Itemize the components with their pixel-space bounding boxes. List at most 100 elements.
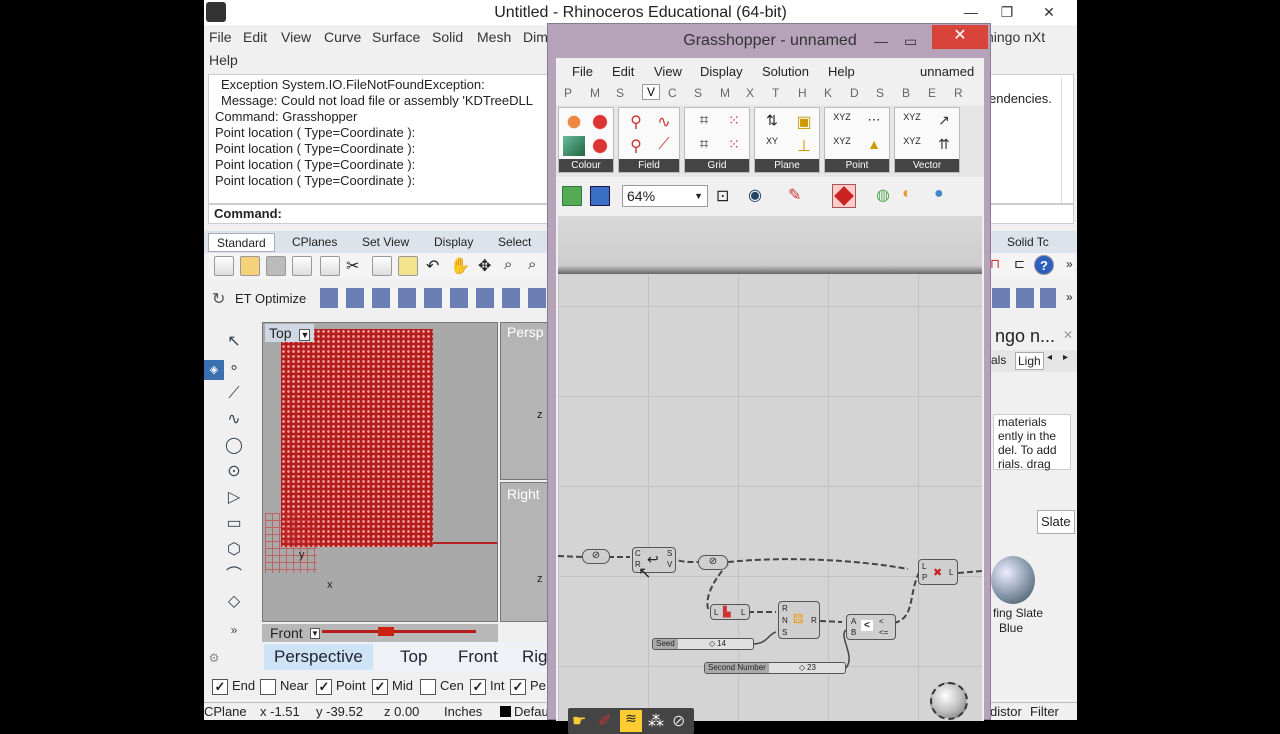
arc-icon[interactable]: ⌒ [224, 566, 244, 586]
zoom-select[interactable]: 64% ▼ [622, 185, 708, 207]
select-arrow-icon[interactable]: ↖ [224, 332, 244, 352]
layer-icon[interactable]: ⊓ [990, 256, 1010, 276]
ribbon-group-vector[interactable]: XYZ ↗ XYZ ⇈ Vector [894, 107, 960, 173]
preview-wire-icon[interactable]: ◍ [876, 185, 890, 205]
menu-surface[interactable]: Surface [372, 29, 420, 45]
osnap-near[interactable]: Near [260, 678, 308, 695]
colour-cmyk-icon[interactable] [563, 136, 585, 156]
grid-hex-icon[interactable]: ⌗ [693, 112, 715, 132]
component-larger-than[interactable]: A B < < <= [846, 614, 896, 640]
grid-populate-icon[interactable]: ⁙ [723, 112, 745, 132]
more-tools-icon[interactable]: » [224, 620, 244, 640]
gh-category-tab[interactable]: S [694, 86, 702, 100]
field-line-icon[interactable]: ⟋ [653, 136, 675, 156]
minimize-icon[interactable]: — [956, 0, 986, 25]
paste-icon[interactable] [398, 256, 418, 276]
param-number-2[interactable]: ⊘ [698, 555, 728, 570]
osnap-int[interactable]: ✓ Int [470, 678, 504, 695]
sketch-icon[interactable]: ✎ [788, 185, 801, 205]
preview-shaded-icon[interactable]: ◐ [902, 185, 912, 203]
tab-perspective[interactable]: Perspective [264, 644, 373, 670]
status-cplane[interactable]: CPlane [204, 703, 247, 720]
vector-2pt-icon[interactable]: ↗ [933, 112, 955, 132]
gh-category-tab[interactable]: H [798, 86, 807, 100]
checkbox-empty-icon[interactable] [260, 678, 276, 695]
point-icon[interactable]: ∘ [224, 358, 244, 378]
gh-category-tab[interactable]: K [824, 86, 832, 100]
new-file-icon[interactable] [214, 256, 234, 276]
ribbon-group-plane[interactable]: ⇅ ▣ XY ⊥ Plane [754, 107, 820, 173]
gh-menu-solution[interactable]: Solution [762, 64, 809, 79]
field-point-icon[interactable]: ⚲ [625, 136, 647, 156]
vector-xyz-icon[interactable]: XYZ [901, 112, 923, 132]
checkbox-checked-icon[interactable]: ✓ [510, 678, 526, 695]
zoom-window-icon[interactable]: ⌕ [528, 256, 548, 276]
ribbon-group-colour[interactable]: Colour [558, 107, 614, 173]
colour-rgb-icon[interactable] [563, 112, 585, 132]
history-scrollbar[interactable] [1061, 77, 1073, 203]
checkbox-empty-icon[interactable] [420, 678, 436, 695]
circle-icon[interactable]: ◯ [224, 436, 244, 456]
close-icon[interactable]: ✕ [1034, 0, 1064, 25]
gh-canvas[interactable]: ⊘ C R ↩ S V ⊘ L ▙ L R N S ⚄ R A B < < <=… [558, 216, 982, 721]
seed-slider[interactable]: Seed ◇ 14 [652, 638, 754, 650]
gh-category-tab[interactable]: P [564, 86, 572, 100]
checkbox-checked-icon[interactable]: ✓ [316, 678, 332, 695]
checkbox-checked-icon[interactable]: ✓ [470, 678, 486, 695]
ribbon-group-grid[interactable]: ⌗ ⁙ ⌗ ⁙ Grid [684, 107, 750, 173]
gh-open-icon[interactable] [562, 186, 582, 206]
gh-menu-edit[interactable]: Edit [612, 64, 634, 79]
checkbox-checked-icon[interactable]: ✓ [212, 678, 228, 695]
gh-save-icon[interactable] [590, 186, 610, 206]
curve-icon[interactable]: ∿ [224, 410, 244, 430]
bake-icon[interactable] [832, 184, 856, 208]
viewport-perspective-label[interactable]: Persp [507, 324, 544, 340]
menu-file[interactable]: File [209, 29, 232, 45]
field-magnet-icon[interactable]: ⚲ [625, 112, 647, 132]
point-cull-icon[interactable]: ▲ [863, 136, 885, 156]
gh-maximize-icon[interactable]: ▭ [904, 24, 917, 58]
viewport-perspective[interactable]: Persp z [500, 322, 550, 480]
zoom-icon[interactable]: ⌕ [504, 256, 524, 276]
component-dispatch[interactable]: L P ✖ L [918, 559, 958, 585]
status-filter[interactable]: Filter [1030, 703, 1059, 720]
print-icon[interactable] [292, 256, 312, 276]
osnap-perp[interactable]: ✓ Pe [510, 678, 546, 695]
grid-square-icon[interactable]: ⌗ [693, 136, 715, 156]
gh-category-tab[interactable]: T [772, 86, 779, 100]
slider-grip-icon[interactable]: ◇ [709, 639, 715, 649]
menu-dim[interactable]: Dim [523, 29, 548, 45]
navigation-ball-icon[interactable] [930, 682, 968, 720]
surface-icon[interactable]: ◇ [224, 592, 244, 612]
panel-close-icon[interactable]: ✕ [1063, 328, 1073, 342]
ribbon-group-point[interactable]: XYZ ⋯ XYZ ▲ Point [824, 107, 890, 173]
help-icon[interactable]: ? [1034, 255, 1054, 275]
checkbox-checked-icon[interactable]: ✓ [372, 678, 388, 695]
preview-eye-icon[interactable]: ◉ [748, 185, 762, 205]
slate-dropdown[interactable]: Slate [1037, 510, 1075, 534]
plane-fit-icon[interactable]: ⊥ [793, 136, 815, 156]
point-numbers-icon[interactable]: ⋯ [863, 112, 885, 132]
rectangle-icon[interactable]: ▭ [224, 514, 244, 534]
menu-plugin[interactable]: ningo nXt [986, 29, 1045, 45]
point-xyz-icon[interactable]: XYZ [831, 112, 853, 132]
tab-materials[interactable]: als [991, 353, 1006, 367]
tab-solid-tools[interactable]: Solid Tc [999, 233, 1057, 252]
tab-display[interactable]: Display [426, 233, 481, 252]
colour-swatch-icon[interactable] [589, 112, 611, 132]
open-folder-icon[interactable] [240, 256, 260, 276]
colour-hsl-icon[interactable] [589, 136, 611, 156]
viewport-front-dropdown-icon[interactable]: ▼ [310, 628, 320, 639]
save-icon[interactable] [266, 256, 286, 276]
menu-help[interactable]: Help [209, 52, 238, 68]
slider-grip-icon[interactable]: ◇ [799, 663, 805, 673]
vector-deconstruct-icon[interactable]: XYZ [901, 136, 923, 156]
osnap-mid[interactable]: ✓ Mid [372, 678, 413, 695]
gh-category-tab[interactable]: E [928, 86, 936, 100]
gh-menu-view[interactable]: View [654, 64, 682, 79]
grid-random-icon[interactable]: ⁙ [723, 136, 745, 156]
field-spin-icon[interactable]: ∿ [653, 112, 675, 132]
gh-close-icon[interactable]: ✕ [932, 25, 988, 49]
osnap-point[interactable]: ✓ Point [316, 678, 366, 695]
chevron-down-icon[interactable]: ▼ [694, 186, 703, 206]
